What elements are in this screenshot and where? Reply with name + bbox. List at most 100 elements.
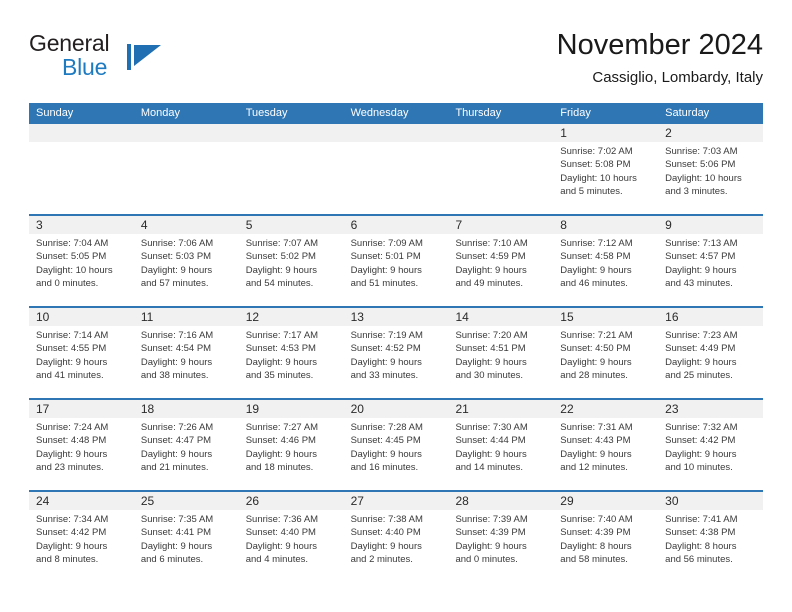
day-cell-28[interactable]: Sunrise: 7:39 AM Sunset: 4:39 PM Daylight:… xyxy=(448,510,553,582)
day-number-15[interactable]: 15 xyxy=(553,308,658,326)
day-cell-empty xyxy=(239,142,344,214)
weekday-header-row: Sunday Monday Tuesday Wednesday Thursday Frid… xyxy=(29,103,763,124)
sunrise-text: Sunrise: 7:21 AM xyxy=(560,330,633,341)
day-number-6[interactable]: 6 xyxy=(344,216,449,234)
daylight-text: Daylight: 8 hours xyxy=(665,540,737,552)
day-number-8[interactable]: 8 xyxy=(553,216,658,234)
day-cell-empty xyxy=(448,142,553,214)
page-header: General Blue November 2024 Cassiglio, Lo… xyxy=(29,28,763,98)
daylight-text: Daylight: 10 hours xyxy=(560,172,637,184)
day-number-12[interactable]: 12 xyxy=(239,308,344,326)
day-cell-5[interactable]: Sunrise: 7:07 AM Sunset: 5:02 PM Daylight:… xyxy=(239,234,344,306)
sunset-text: Sunset: 4:40 PM xyxy=(245,527,316,539)
day-number-26[interactable]: 26 xyxy=(239,492,344,510)
day-cell-19[interactable]: Sunrise: 7:27 AM Sunset: 4:46 PM Daylight:… xyxy=(239,418,344,490)
daylight-text-cont: and 58 minutes. xyxy=(560,554,628,566)
day-cell-4[interactable]: Sunrise: 7:06 AM Sunset: 5:03 PM Daylight:… xyxy=(134,234,239,306)
day-number-9[interactable]: 9 xyxy=(658,216,763,234)
day-number-10[interactable]: 10 xyxy=(29,308,134,326)
day-cell-25[interactable]: Sunrise: 7:35 AM Sunset: 4:41 PM Daylight:… xyxy=(134,510,239,582)
day-number-11[interactable]: 11 xyxy=(134,308,239,326)
day-number-3[interactable]: 3 xyxy=(29,216,134,234)
sunset-text: Sunset: 4:49 PM xyxy=(665,343,736,355)
day-cell-17[interactable]: Sunrise: 7:24 AM Sunset: 4:48 PM Daylight:… xyxy=(29,418,134,490)
day-number-22[interactable]: 22 xyxy=(553,400,658,418)
week-date-band: 3456789 xyxy=(29,216,763,234)
day-cell-21[interactable]: Sunrise: 7:30 AM Sunset: 4:44 PM Daylight:… xyxy=(448,418,553,490)
day-number-19[interactable]: 19 xyxy=(239,400,344,418)
sunrise-text: Sunrise: 7:41 AM xyxy=(665,514,738,525)
day-number-20[interactable]: 20 xyxy=(344,400,449,418)
daylight-text-cont: and 49 minutes. xyxy=(455,278,524,290)
week-detail-band: Sunrise: 7:04 AM Sunset: 5:05 PM Daylight:… xyxy=(29,234,763,306)
sunset-text: Sunset: 4:42 PM xyxy=(36,527,107,539)
sunset-text: Sunset: 5:01 PM xyxy=(350,251,421,263)
brand-logo[interactable]: General Blue xyxy=(29,30,229,92)
daylight-text: Daylight: 9 hours xyxy=(140,540,213,552)
week-date-band: 17 18 19 20 21 22 23 xyxy=(29,400,763,418)
day-number-25[interactable]: 25 xyxy=(134,492,239,510)
day-cell-18[interactable]: Sunrise: 7:26 AM Sunset: 4:47 PM Daylight:… xyxy=(134,418,239,490)
day-number-27[interactable]: 27 xyxy=(344,492,449,510)
day-cell-2[interactable]: Sunrise: 7:03 AM Sunset: 5:06 PM Daylight:… xyxy=(658,142,763,214)
sunset-text: Sunset: 4:41 PM xyxy=(140,527,212,539)
daylight-text: Daylight: 9 hours xyxy=(140,264,213,276)
day-number-5[interactable]: 5 xyxy=(239,216,344,234)
day-number-13[interactable]: 13 xyxy=(344,308,449,326)
day-cell-26[interactable]: Sunrise: 7:36 AM Sunset: 4:40 PM Daylight:… xyxy=(239,510,344,582)
sunset-text: Sunset: 4:42 PM xyxy=(665,435,736,447)
daylight-text: Daylight: 9 hours xyxy=(665,448,737,460)
day-number-14[interactable]: 14 xyxy=(448,308,553,326)
day-cell-27[interactable]: Sunrise: 7:38 AM Sunset: 4:40 PM Daylight:… xyxy=(344,510,449,582)
brand-name-general: General xyxy=(29,30,110,56)
day-cell-23[interactable]: Sunrise: 7:32 AM Sunset: 4:42 PM Daylight:… xyxy=(658,418,763,490)
daylight-text: Daylight: 9 hours xyxy=(455,264,527,276)
day-number-28[interactable]: 28 xyxy=(448,492,553,510)
day-number-17[interactable]: 17 xyxy=(29,400,134,418)
day-cell-16[interactable]: Sunrise: 7:23 AM Sunset: 4:49 PM Daylight:… xyxy=(658,326,763,398)
sunset-text: Sunset: 4:51 PM xyxy=(455,343,526,355)
day-cell-9[interactable]: Sunrise: 7:13 AM Sunset: 4:57 PM Daylight:… xyxy=(658,234,763,306)
weekday-header-sunday: Sunday xyxy=(36,107,74,119)
day-cell-30[interactable]: Sunrise: 7:41 AM Sunset: 4:38 PM Daylight:… xyxy=(658,510,763,582)
daylight-text-cont: and 35 minutes. xyxy=(245,370,314,382)
day-number-16[interactable]: 16 xyxy=(658,308,763,326)
day-cell-22[interactable]: Sunrise: 7:31 AM Sunset: 4:43 PM Daylight:… xyxy=(553,418,658,490)
day-cell-24[interactable]: Sunrise: 7:34 AM Sunset: 4:42 PM Daylight:… xyxy=(29,510,134,582)
day-cell-12[interactable]: Sunrise: 7:17 AM Sunset: 4:53 PM Daylight:… xyxy=(239,326,344,398)
day-cell-1[interactable]: Sunrise: 7:02 AM Sunset: 5:08 PM Daylight:… xyxy=(553,142,658,214)
sunrise-text: Sunrise: 7:32 AM xyxy=(665,422,738,433)
day-number-7[interactable]: 7 xyxy=(448,216,553,234)
day-cell-14[interactable]: Sunrise: 7:20 AM Sunset: 4:51 PM Daylight:… xyxy=(448,326,553,398)
day-number-21[interactable]: 21 xyxy=(448,400,553,418)
day-number-23[interactable]: 23 xyxy=(658,400,763,418)
day-number-18[interactable]: 18 xyxy=(134,400,239,418)
day-cell-6[interactable]: Sunrise: 7:09 AM Sunset: 5:01 PM Daylight:… xyxy=(344,234,449,306)
sunset-text: Sunset: 4:39 PM xyxy=(560,527,631,539)
day-cell-15[interactable]: Sunrise: 7:21 AM Sunset: 4:50 PM Daylight:… xyxy=(553,326,658,398)
day-cell-7[interactable]: Sunrise: 7:10 AM Sunset: 4:59 PM Daylight:… xyxy=(448,234,553,306)
daylight-text-cont: and 38 minutes. xyxy=(140,370,209,382)
day-cell-20[interactable]: Sunrise: 7:28 AM Sunset: 4:45 PM Daylight:… xyxy=(344,418,449,490)
daylight-text: Daylight: 8 hours xyxy=(560,540,632,552)
day-cell-8[interactable]: Sunrise: 7:12 AM Sunset: 4:58 PM Daylight:… xyxy=(553,234,658,306)
day-cell-10[interactable]: Sunrise: 7:14 AM Sunset: 4:55 PM Daylight:… xyxy=(29,326,134,398)
sunset-text: Sunset: 4:45 PM xyxy=(350,435,421,447)
daylight-text: Daylight: 9 hours xyxy=(36,540,108,552)
week-detail-band: Sunrise: 7:14 AM Sunset: 4:55 PM Daylight:… xyxy=(29,326,763,398)
daylight-text: Daylight: 9 hours xyxy=(350,264,422,276)
sunrise-text: Sunrise: 7:39 AM xyxy=(455,514,528,525)
day-number-2[interactable]: 2 xyxy=(658,124,763,142)
day-cell-3[interactable]: Sunrise: 7:04 AM Sunset: 5:05 PM Daylight:… xyxy=(29,234,134,306)
day-number-1[interactable]: 1 xyxy=(553,124,658,142)
sunset-text: Sunset: 4:50 PM xyxy=(560,343,631,355)
sunset-text: Sunset: 4:53 PM xyxy=(245,343,316,355)
day-number-30[interactable]: 30 xyxy=(658,492,763,510)
day-number-4[interactable]: 4 xyxy=(134,216,239,234)
day-number-29[interactable]: 29 xyxy=(553,492,658,510)
day-cell-29[interactable]: Sunrise: 7:40 AM Sunset: 4:39 PM Daylight:… xyxy=(553,510,658,582)
day-cell-13[interactable]: Sunrise: 7:19 AM Sunset: 4:52 PM Daylight:… xyxy=(344,326,449,398)
daylight-text: Daylight: 9 hours xyxy=(36,356,108,368)
day-number-24[interactable]: 24 xyxy=(29,492,134,510)
day-cell-11[interactable]: Sunrise: 7:16 AM Sunset: 4:54 PM Daylight:… xyxy=(134,326,239,398)
